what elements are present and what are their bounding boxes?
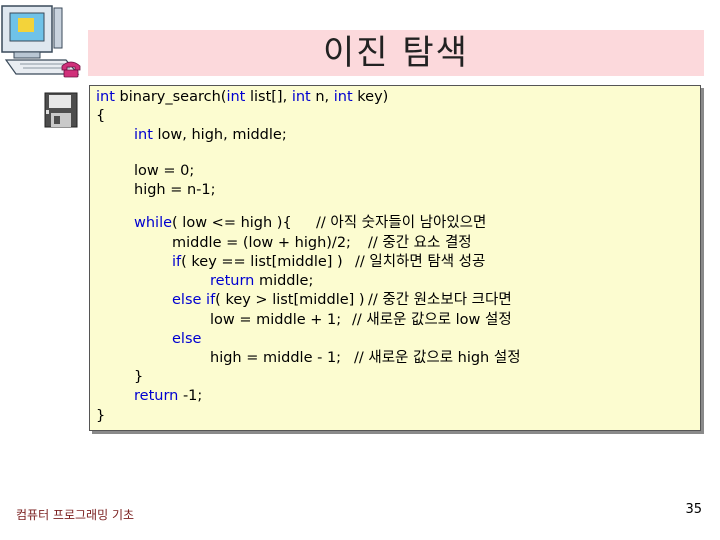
code-line-10: else if( key > list[middle] ) — [172, 291, 365, 310]
code-keyword: if — [172, 254, 182, 270]
code-text: low = middle + 1; — [210, 312, 342, 328]
code-text: low, high, middle; — [152, 127, 287, 143]
code-line-6: while( low <= high ){ — [134, 214, 292, 233]
code-keyword: int — [134, 127, 153, 143]
code-keyword: int — [96, 89, 115, 105]
code-text: binary_search( — [114, 89, 227, 105]
code-line-12: else — [172, 330, 201, 349]
code-line-8: if( key == list[middle] ) — [172, 253, 343, 272]
code-text: } — [134, 369, 144, 385]
code-text: high = middle - 1; — [210, 350, 342, 366]
code-keyword: while — [134, 215, 173, 231]
code-comment: // 아직 숫자들이 남아있으면 — [316, 215, 487, 231]
code-text: ( key == list[middle] ) — [181, 254, 343, 270]
code-text: low = 0; — [134, 163, 195, 179]
code-text: -1; — [178, 388, 203, 404]
code-line-9: return middle; — [210, 272, 313, 291]
code-comment: // 새로운 값으로 high 설정 — [354, 350, 521, 366]
code-keyword: int — [291, 89, 311, 105]
code-keyword: int — [333, 89, 353, 105]
footer-course-name: 컴퓨터 프로그래밍 기초 — [16, 508, 135, 522]
code-comment: // 새로운 값으로 low 설정 — [352, 312, 512, 328]
code-line-4: low = 0; — [134, 162, 194, 181]
code-line-16: } — [96, 407, 105, 426]
code-text: middle; — [254, 273, 314, 289]
phone-icon — [61, 61, 81, 78]
code-line-13: high = middle - 1; — [210, 349, 341, 368]
code-text: list[], — [245, 89, 292, 105]
code-line-5: high = n-1; — [134, 181, 216, 200]
code-text: ( low <= high ){ — [172, 215, 292, 231]
code-text: high = n-1; — [134, 182, 216, 198]
code-line-7: middle = (low + high)/2; — [172, 234, 351, 253]
code-text: n, — [310, 89, 334, 105]
code-line-11: low = middle + 1; — [210, 311, 341, 330]
code-comment: // 일치하면 탐색 성공 — [355, 254, 486, 270]
code-text: middle = (low + high)/2; — [172, 235, 351, 251]
code-text: ( key > list[middle] ) — [215, 292, 365, 308]
code-comment: // 중간 원소보다 크다면 — [368, 292, 512, 308]
code-keyword: return — [134, 388, 179, 404]
code-line-14: } — [134, 368, 143, 387]
code-keyword: int — [226, 89, 246, 105]
code-keyword: else — [172, 331, 202, 347]
slide-title: 이진 탐색 — [323, 33, 469, 73]
floppy-disk-icon — [44, 92, 78, 128]
page-number: 35 — [685, 502, 702, 517]
code-comment: // 중간 요소 결정 — [368, 235, 472, 251]
code-line-2: { — [96, 107, 105, 126]
code-text: { — [96, 108, 106, 124]
code-text: key) — [352, 89, 389, 105]
code-line-3: int low, high, middle; — [134, 126, 287, 145]
code-line-1: int binary_search(int list[], int n, int… — [96, 88, 388, 107]
code-line-15: return -1; — [134, 387, 202, 406]
code-text: } — [96, 408, 106, 424]
code-keyword: else if — [172, 292, 216, 308]
code-keyword: return — [210, 273, 255, 289]
